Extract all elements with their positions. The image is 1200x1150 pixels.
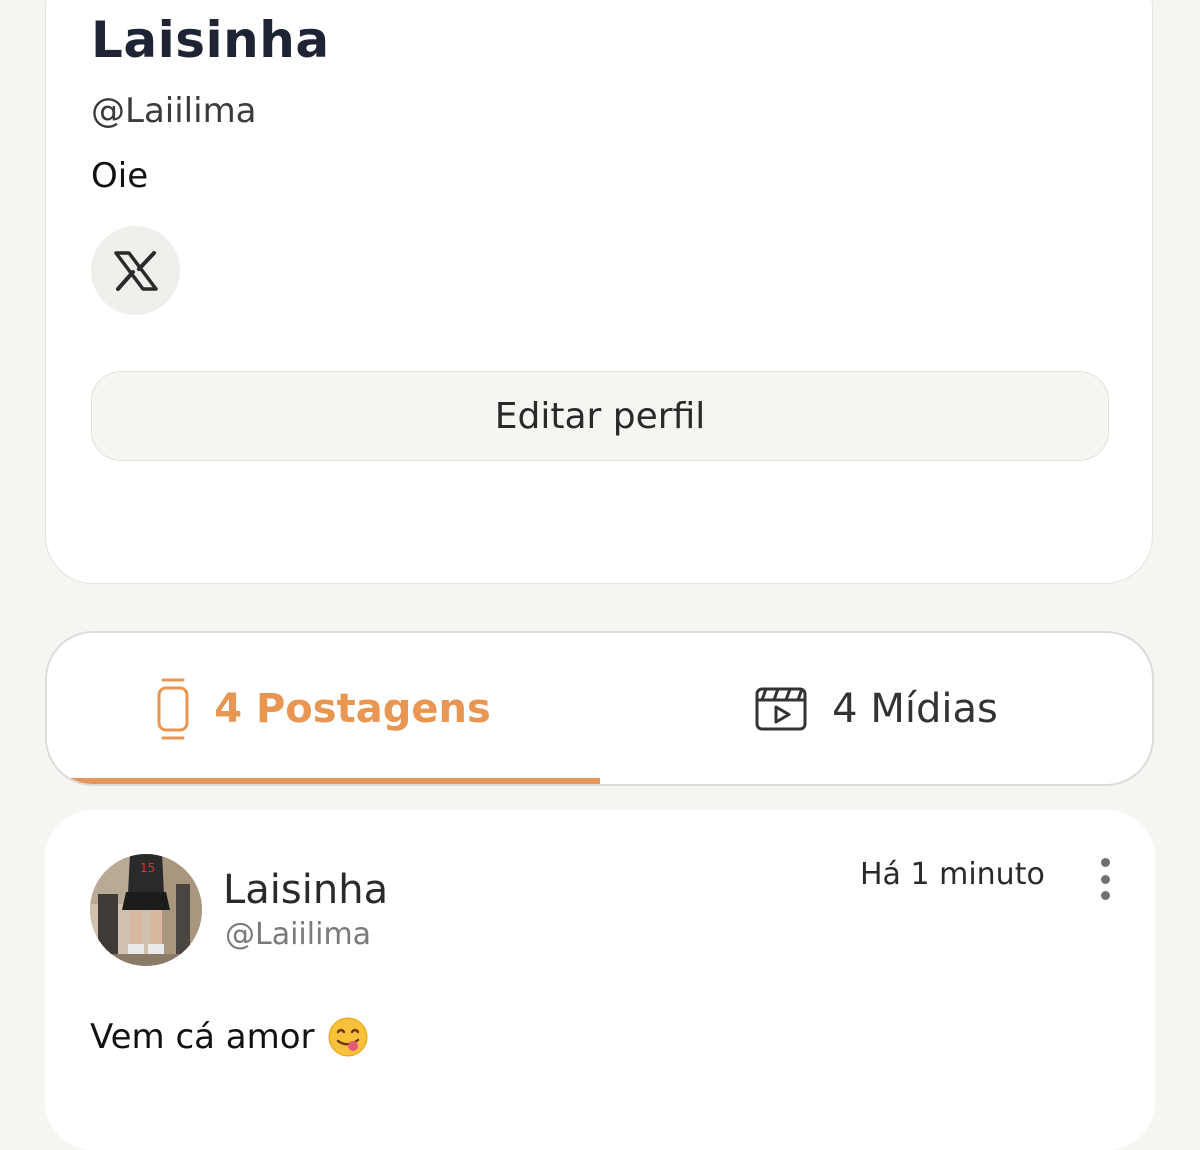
- profile-display-name: Laisinha: [91, 11, 330, 69]
- post-body: Vem cá amor: [90, 1016, 369, 1058]
- profile-bio: Oie: [91, 156, 149, 196]
- profile-handle: @Laiilima: [91, 91, 257, 131]
- more-options-button[interactable]: [1090, 858, 1120, 900]
- more-options-icon-dot: [1100, 874, 1110, 884]
- x-social-link-button[interactable]: [91, 226, 180, 315]
- tab-posts[interactable]: 4 Postagens: [47, 633, 600, 784]
- more-options-icon: [1100, 858, 1110, 867]
- video-clapper-icon: [755, 687, 807, 730]
- edit-profile-button[interactable]: Editar perfil: [91, 371, 1109, 461]
- avatar[interactable]: 15: [90, 854, 202, 966]
- more-options-icon-dot: [1100, 891, 1110, 900]
- post-author-handle: @Laiilima: [225, 917, 372, 952]
- post-card: 15 Laisinha @Laiilima Há 1 minuto Vem cá…: [45, 810, 1155, 1150]
- avatar-photo: 15: [90, 854, 202, 966]
- svg-text:15: 15: [140, 861, 155, 875]
- yum-face-emoji-icon: [328, 1017, 368, 1057]
- tab-media[interactable]: 4 Mídias: [600, 633, 1152, 784]
- active-tab-indicator: [47, 778, 600, 784]
- post-text: Vem cá amor: [90, 1017, 315, 1057]
- post-author-name: Laisinha: [223, 867, 389, 913]
- profile-card: Laisinha @Laiilima Oie Editar perfil: [45, 0, 1153, 584]
- tab-media-label: 4 Mídias: [832, 685, 998, 732]
- tab-posts-label: 4 Postagens: [214, 685, 491, 732]
- x-logo-icon: [113, 250, 158, 291]
- profile-tabs: 4 Postagens 4 Mídias: [45, 631, 1154, 786]
- post-timestamp: Há 1 minuto: [860, 857, 1045, 892]
- phone-icon: [157, 678, 189, 739]
